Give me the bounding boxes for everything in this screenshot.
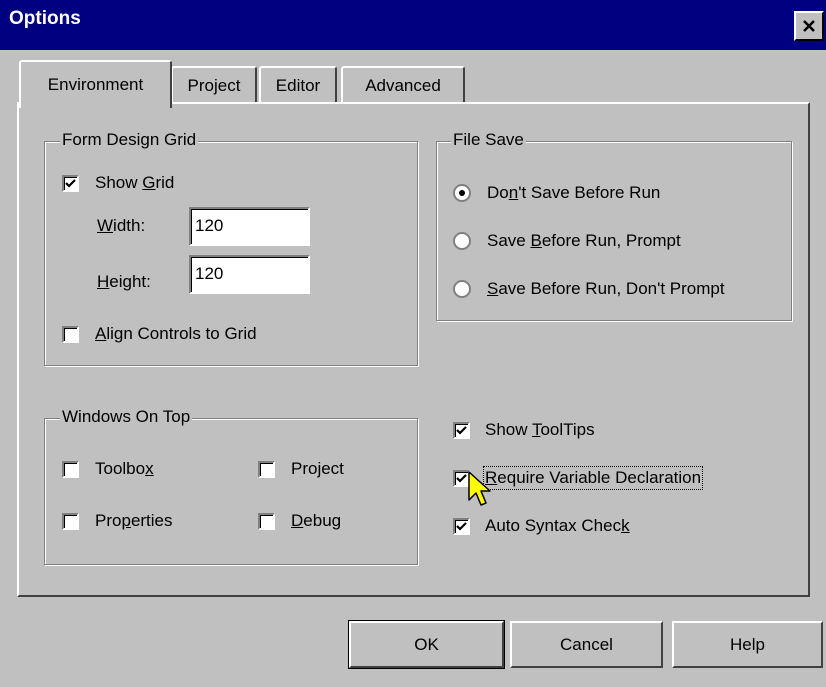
toolbox-checkbox[interactable]	[62, 461, 79, 478]
checkmark-icon	[456, 474, 467, 483]
show-tooltips-label: Show ToolTips	[485, 420, 595, 439]
close-icon	[803, 20, 815, 32]
help-button[interactable]: Help	[672, 621, 823, 668]
mouse-cursor-icon	[468, 471, 491, 506]
tab-label: Project	[187, 76, 241, 95]
properties-checkbox[interactable]	[62, 513, 79, 530]
windows-on-top-group	[44, 418, 418, 565]
show-grid-label: Show Grid	[95, 173, 175, 192]
tab-editor[interactable]: Editor	[259, 66, 337, 104]
width-label: Width:	[97, 216, 146, 235]
tab-project[interactable]: Project	[171, 66, 257, 104]
debug-label: Debug	[291, 511, 342, 530]
tab-label: Environment	[47, 75, 144, 94]
width-input[interactable]: 120	[189, 207, 310, 246]
tab-environment[interactable]: Environment	[19, 60, 172, 108]
show-tooltips-checkbox[interactable]	[453, 422, 470, 439]
radio-save-prompt[interactable]	[453, 232, 471, 250]
close-button[interactable]	[794, 11, 824, 41]
radio-dont-save[interactable]	[453, 184, 471, 202]
properties-label: Properties	[95, 511, 173, 530]
project-checkbox[interactable]	[258, 461, 275, 478]
dont-save-label: Don't Save Before Run	[487, 183, 661, 202]
align-controls-label: Align Controls to Grid	[95, 324, 257, 343]
windows-on-top-label: Windows On Top	[60, 407, 193, 427]
align-controls-checkbox[interactable]	[62, 326, 79, 343]
ok-button[interactable]: OK	[348, 620, 505, 669]
project-label: Project	[291, 459, 344, 478]
window-title: Options	[9, 8, 81, 29]
tab-label: Advanced	[365, 76, 441, 95]
tab-advanced[interactable]: Advanced	[341, 66, 465, 104]
cancel-button[interactable]: Cancel	[510, 621, 663, 668]
checkmark-icon	[456, 522, 467, 531]
debug-checkbox[interactable]	[258, 513, 275, 530]
form-design-grid-label: Form Design Grid	[60, 130, 199, 150]
toolbox-label: Toolbox	[95, 459, 154, 478]
save-no-prompt-label: Save Before Run, Don't Prompt	[487, 279, 725, 298]
tab-label: Editor	[275, 76, 321, 95]
radio-save-no-prompt[interactable]	[453, 280, 471, 298]
auto-syntax-label: Auto Syntax Check	[485, 516, 630, 535]
show-grid-checkbox[interactable]	[62, 175, 79, 192]
auto-syntax-checkbox[interactable]	[453, 518, 470, 535]
save-prompt-label: Save Before Run, Prompt	[487, 231, 681, 250]
checkmark-icon	[65, 179, 76, 188]
file-save-label: File Save	[451, 130, 526, 150]
require-variable-label: Require Variable Declaration	[482, 466, 704, 490]
checkmark-icon	[456, 426, 467, 435]
height-input[interactable]: 120	[189, 255, 310, 294]
title-bar: Options	[0, 0, 826, 50]
height-label: Height:	[97, 272, 151, 291]
